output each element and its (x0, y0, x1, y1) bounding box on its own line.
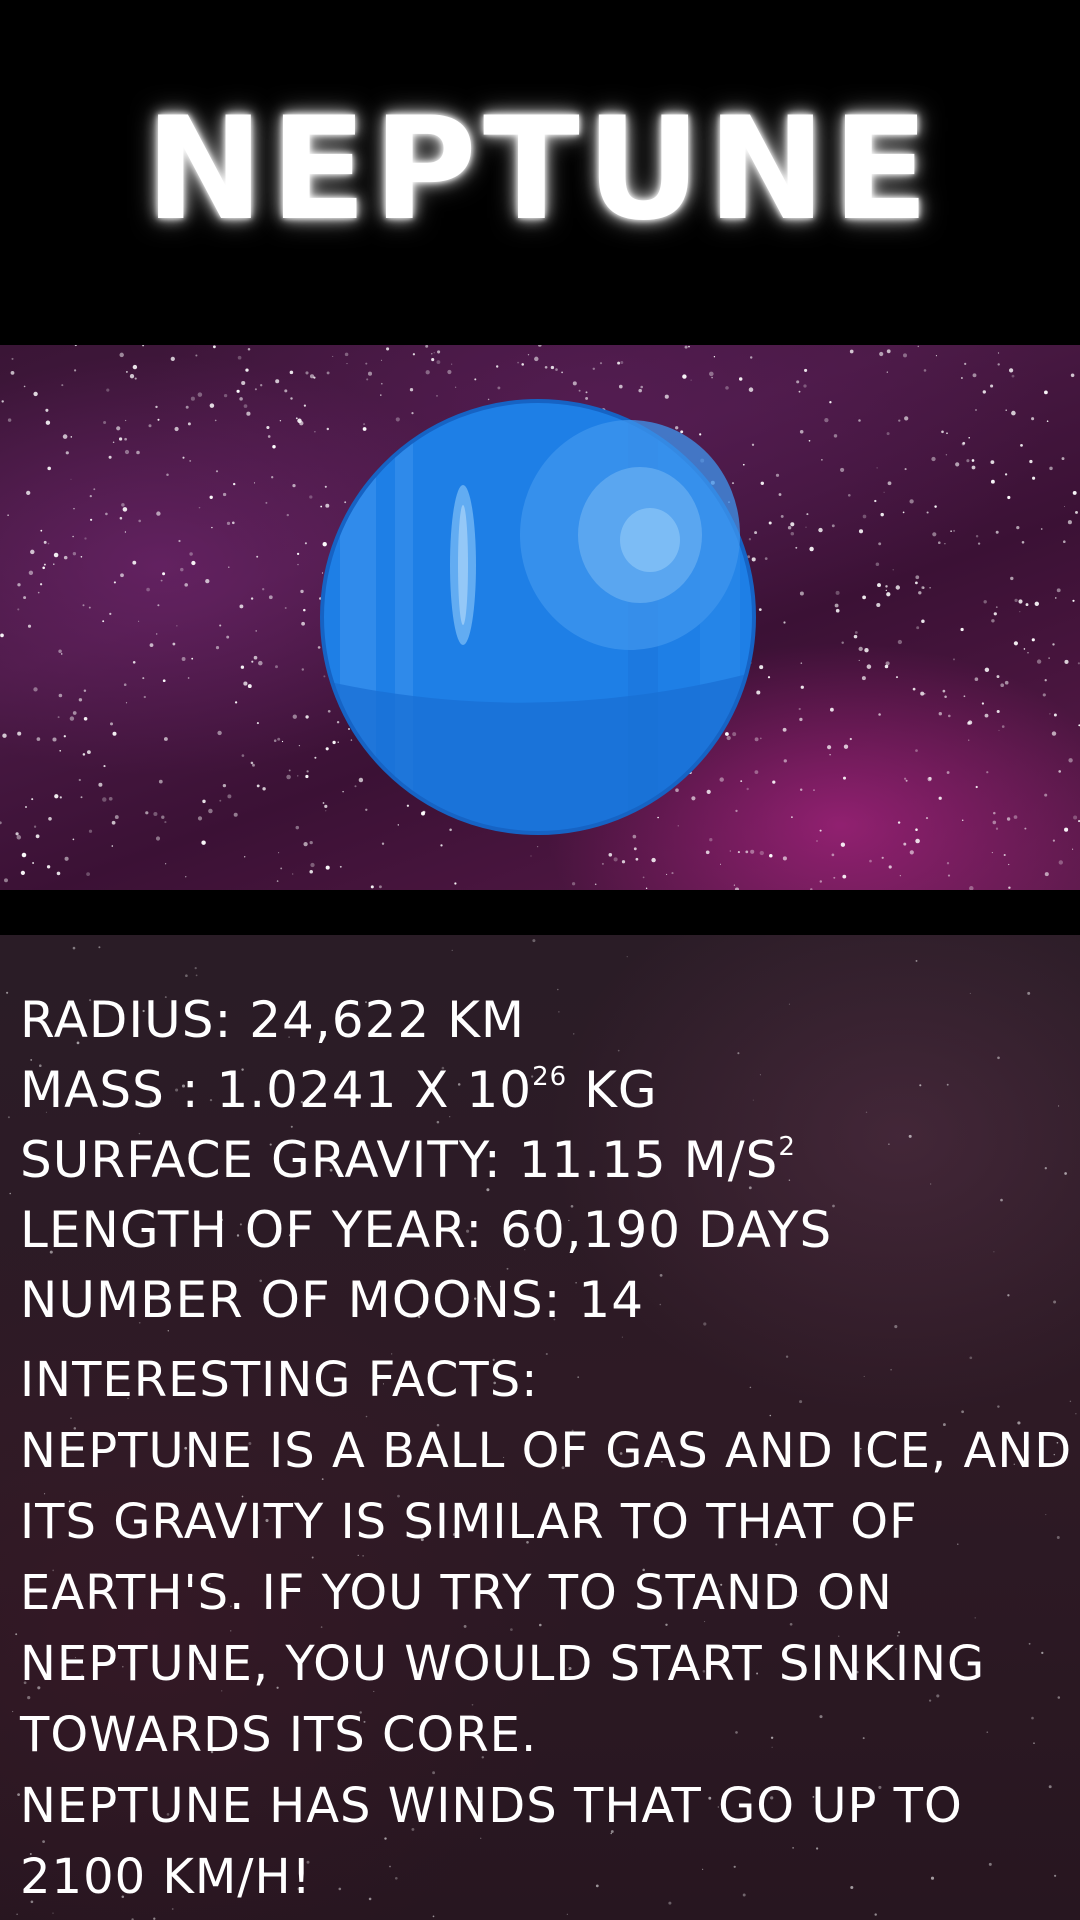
facts-heading: INTERESTING FACTS: (20, 1352, 539, 1408)
divider-band (0, 890, 1080, 935)
info-panel: RADIUS: 24,622 KM MASS : 1.0241 X 1026 K… (0, 935, 1080, 1920)
stat-gravity-value: SURFACE GRAVITY: 11.15 M/S (20, 1131, 779, 1189)
stat-gravity-exponent: 2 (778, 1132, 796, 1162)
stat-mass: MASS : 1.0241 X 1026 KG (20, 1055, 832, 1125)
fact-paragraph: NEPTUNE HAS WINDS THAT GO UP TO 2100 KM/… (20, 1778, 963, 1905)
header: NEPTUNE (0, 0, 1080, 345)
stat-year-length: LENGTH OF YEAR: 60,190 DAYS (20, 1201, 833, 1259)
stats-list: RADIUS: 24,622 KM MASS : 1.0241 X 1026 K… (20, 985, 832, 1335)
stat-mass-exponent: 26 (532, 1062, 568, 1092)
fact-paragraph: NEPTUNE IS A BALL OF GAS AND ICE, AND IT… (20, 1423, 1073, 1763)
page-title: NEPTUNE (145, 87, 935, 252)
neptune-planet-icon (320, 399, 756, 835)
stat-moons: NUMBER OF MOONS: 14 (20, 1271, 645, 1329)
facts-section: INTERESTING FACTS: NEPTUNE IS A BALL OF … (20, 1345, 1080, 1913)
stat-mass-value: MASS : 1.0241 X 10 (20, 1061, 533, 1119)
hero-image (0, 345, 1080, 890)
stat-radius: RADIUS: 24,622 KM (20, 991, 526, 1049)
stat-gravity: SURFACE GRAVITY: 11.15 M/S2 (20, 1125, 832, 1195)
stat-mass-unit: KG (567, 1061, 658, 1119)
